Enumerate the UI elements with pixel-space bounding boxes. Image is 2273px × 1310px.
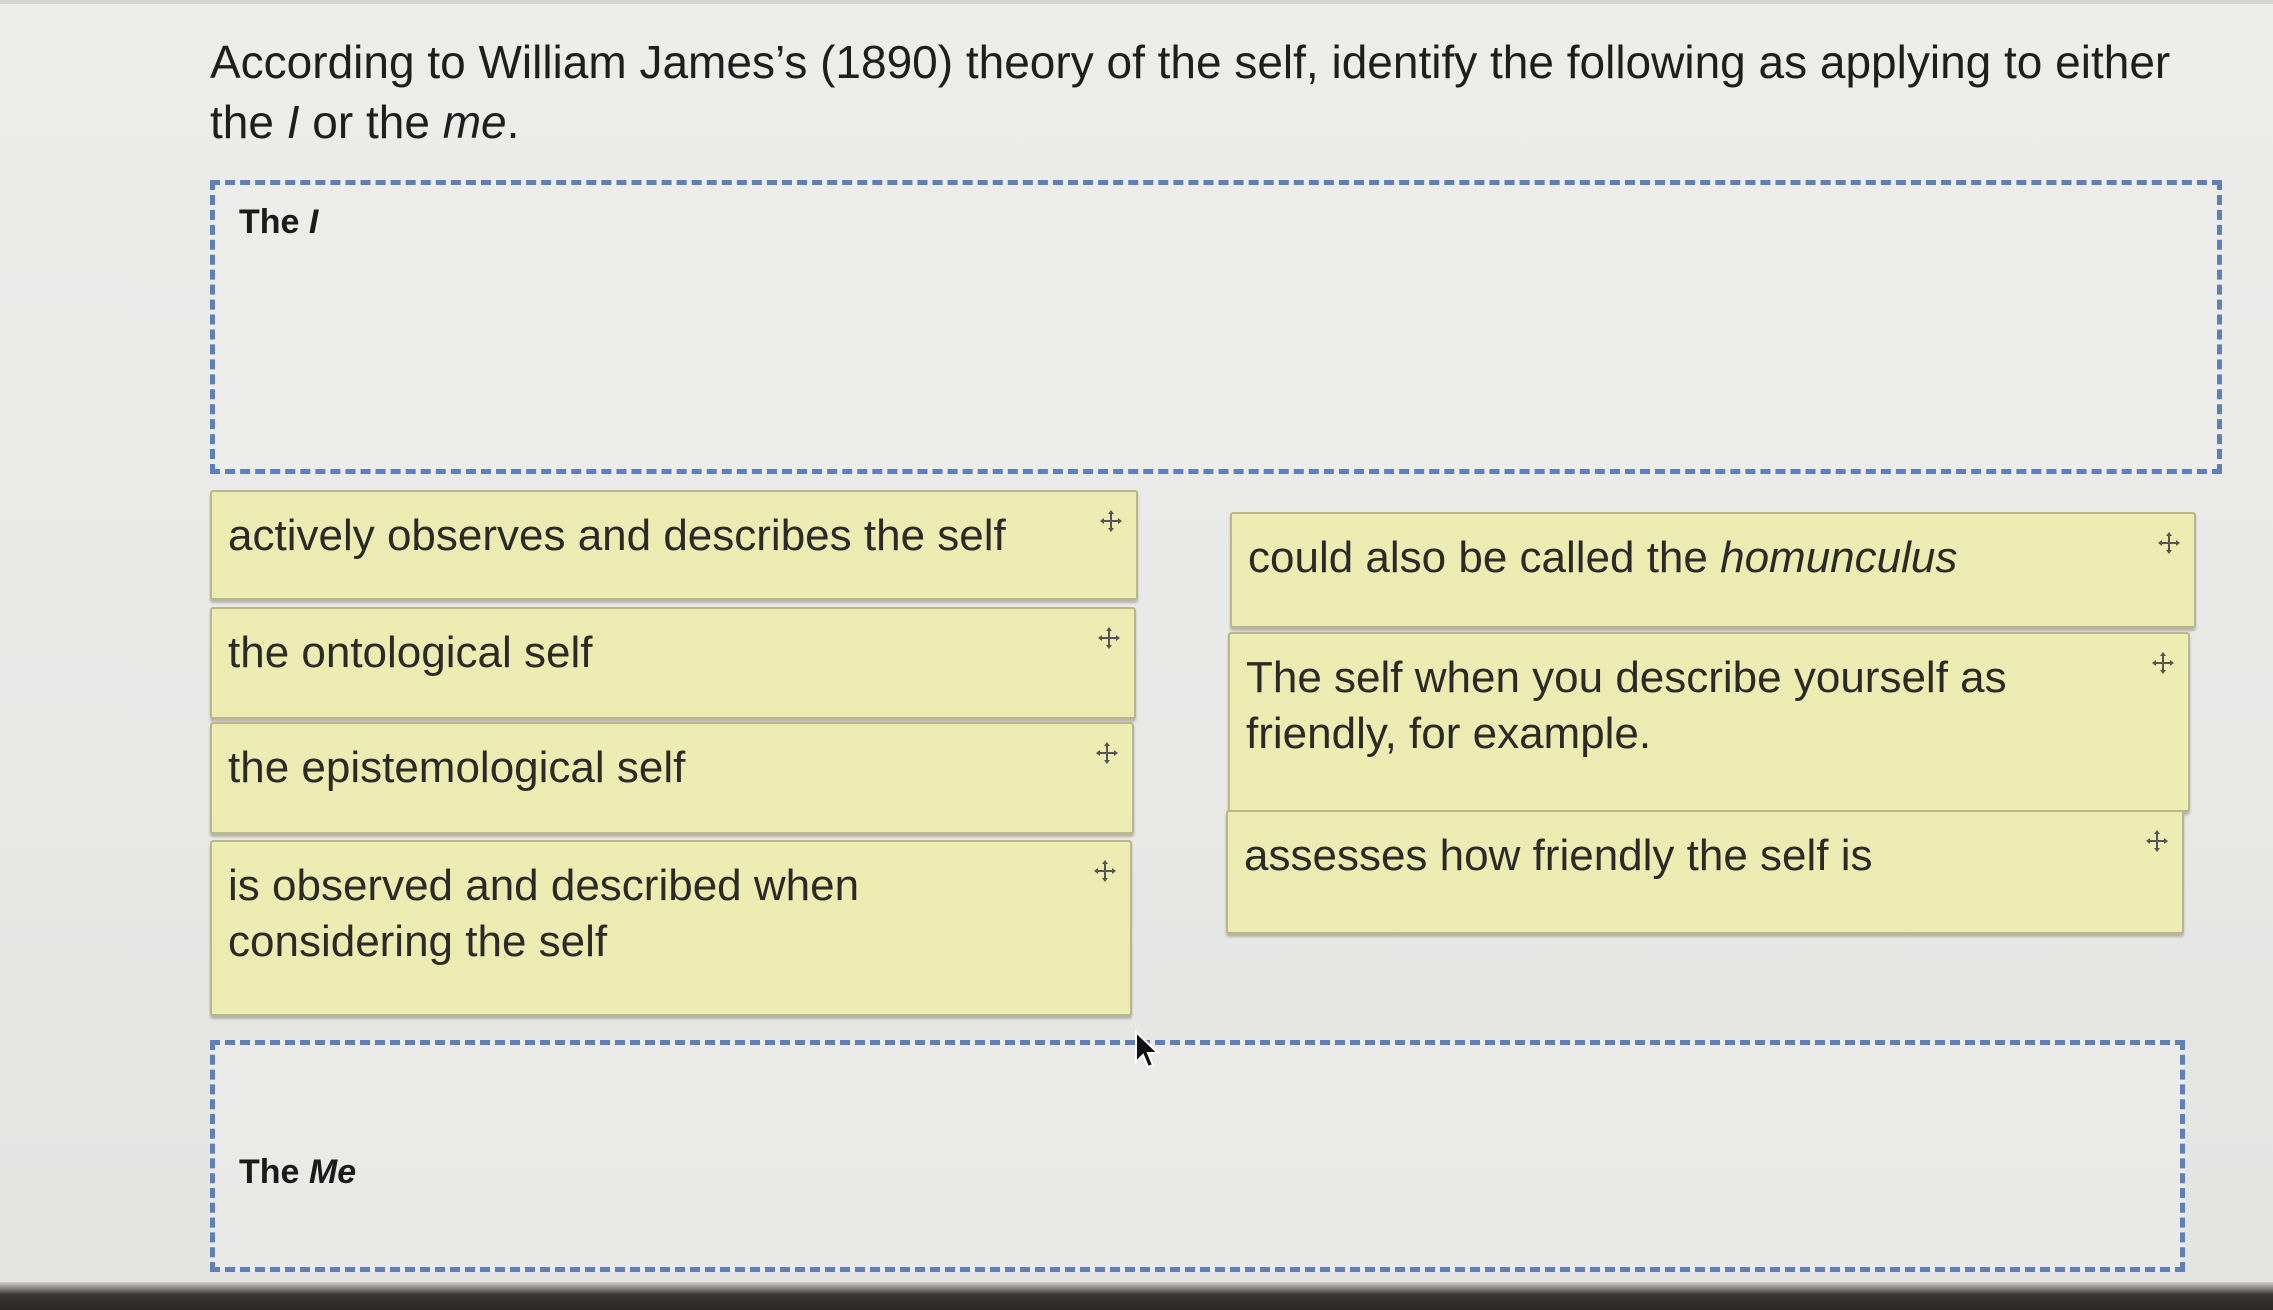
dropzone-the-i-label-term: I xyxy=(308,203,319,241)
card-text: the ontological self xyxy=(228,628,593,677)
question-i-term: I xyxy=(286,96,300,148)
card-text: the epistemological self xyxy=(228,743,686,792)
bottom-edge xyxy=(0,1282,2273,1310)
card-ontological-self[interactable]: the ontological self xyxy=(210,607,1136,719)
card-text: The self when you describe yourself as f… xyxy=(1246,653,2007,758)
question-text-part3: . xyxy=(506,96,520,148)
card-text: is observed and described when consideri… xyxy=(228,861,860,966)
dropzone-the-i-label: The I xyxy=(239,203,318,242)
move-icon[interactable] xyxy=(2156,530,2182,556)
move-icon[interactable] xyxy=(1096,625,1122,651)
card-text: actively observes and describes the self xyxy=(228,511,1006,560)
card-text: assesses how friendly the self is xyxy=(1244,831,1873,880)
question-me-term: me xyxy=(442,96,507,148)
card-is-observed-and-described[interactable]: is observed and described when consideri… xyxy=(210,840,1132,1016)
dropzone-the-me-label: The Me xyxy=(239,1153,356,1192)
card-assesses-how-friendly[interactable]: assesses how friendly the self is xyxy=(1226,810,2184,934)
dropzone-the-i-label-prefix: The xyxy=(239,203,309,241)
move-icon[interactable] xyxy=(2150,650,2176,676)
card-actively-observes[interactable]: actively observes and describes the self xyxy=(210,490,1138,600)
dropzone-the-i[interactable]: The I xyxy=(210,180,2222,474)
card-homunculus[interactable]: could also be called the homunculus xyxy=(1230,512,2196,628)
move-icon[interactable] xyxy=(1098,508,1124,534)
move-icon[interactable] xyxy=(1092,858,1118,884)
card-text-emphasis: homunculus xyxy=(1720,533,1958,582)
top-edge xyxy=(0,0,2273,4)
card-describe-yourself-friendly[interactable]: The self when you describe yourself as f… xyxy=(1228,632,2190,812)
mouse-cursor-icon xyxy=(1134,1029,1162,1070)
dropzone-the-me-label-prefix: The xyxy=(239,1153,309,1191)
card-epistemological-self[interactable]: the epistemological self xyxy=(210,722,1134,834)
question-text-part2: or the xyxy=(299,96,443,148)
question-prompt: According to William James’s (1890) theo… xyxy=(210,32,2200,152)
move-icon[interactable] xyxy=(1094,740,1120,766)
move-icon[interactable] xyxy=(2144,828,2170,854)
dropzone-the-me-label-term: Me xyxy=(308,1153,357,1191)
dropzone-the-me[interactable]: The Me xyxy=(210,1040,2185,1272)
card-text: could also be called the xyxy=(1248,533,1721,582)
